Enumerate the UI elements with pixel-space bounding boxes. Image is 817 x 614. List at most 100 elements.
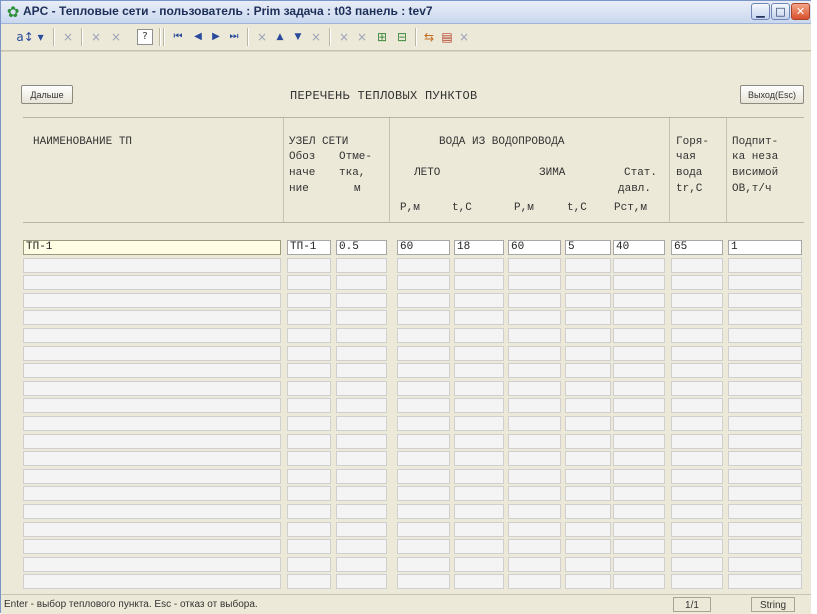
- empty-cell[interactable]: [728, 451, 802, 466]
- empty-cell[interactable]: [508, 398, 561, 413]
- cell-hot-water-temp[interactable]: 65: [671, 240, 723, 255]
- sort-dropdown[interactable]: a↕ ▾: [15, 28, 45, 46]
- empty-cell[interactable]: [336, 328, 387, 343]
- empty-cell[interactable]: [508, 293, 561, 308]
- delete-record-icon[interactable]: ×: [255, 28, 269, 46]
- empty-cell[interactable]: [565, 258, 611, 273]
- empty-cell[interactable]: [728, 381, 802, 396]
- empty-cell[interactable]: [23, 486, 281, 501]
- empty-cell[interactable]: [397, 258, 450, 273]
- empty-cell[interactable]: [336, 434, 387, 449]
- empty-cell[interactable]: [565, 539, 611, 554]
- empty-cell[interactable]: [454, 328, 504, 343]
- empty-cell[interactable]: [336, 416, 387, 431]
- cell-elevation[interactable]: 0.5: [336, 240, 387, 255]
- empty-cell[interactable]: [397, 416, 450, 431]
- empty-cell[interactable]: [23, 539, 281, 554]
- empty-cell[interactable]: [565, 451, 611, 466]
- empty-cell[interactable]: [671, 574, 723, 589]
- cell-makeup[interactable]: 1: [728, 240, 802, 255]
- empty-cell[interactable]: [397, 574, 450, 589]
- empty-cell[interactable]: [565, 275, 611, 290]
- empty-cell[interactable]: [397, 328, 450, 343]
- empty-cell[interactable]: [287, 258, 331, 273]
- empty-cell[interactable]: [671, 310, 723, 325]
- close-panel-icon[interactable]: ×: [457, 28, 471, 46]
- empty-cell[interactable]: [397, 434, 450, 449]
- empty-cell[interactable]: [613, 310, 665, 325]
- empty-cell[interactable]: [397, 469, 450, 484]
- empty-cell[interactable]: [613, 363, 665, 378]
- copy-icon[interactable]: ×: [109, 28, 123, 46]
- empty-cell[interactable]: [565, 398, 611, 413]
- empty-cell[interactable]: [397, 398, 450, 413]
- empty-cell[interactable]: [671, 451, 723, 466]
- delete-row-icon[interactable]: ⊟: [394, 28, 410, 46]
- empty-cell[interactable]: [613, 381, 665, 396]
- empty-cell[interactable]: [613, 557, 665, 572]
- empty-cell[interactable]: [23, 557, 281, 572]
- empty-cell[interactable]: [565, 293, 611, 308]
- empty-cell[interactable]: [565, 363, 611, 378]
- empty-cell[interactable]: [565, 504, 611, 519]
- empty-cell[interactable]: [565, 574, 611, 589]
- empty-cell[interactable]: [613, 486, 665, 501]
- maximize-button[interactable]: □: [771, 3, 790, 20]
- empty-cell[interactable]: [728, 328, 802, 343]
- empty-cell[interactable]: [728, 346, 802, 361]
- filter-icon[interactable]: ⇆: [422, 28, 436, 46]
- empty-cell[interactable]: [671, 539, 723, 554]
- empty-cell[interactable]: [728, 434, 802, 449]
- empty-cell[interactable]: [454, 557, 504, 572]
- empty-cell[interactable]: [454, 451, 504, 466]
- empty-cell[interactable]: [397, 310, 450, 325]
- move-up-icon[interactable]: ▲: [273, 28, 287, 46]
- remove-icon[interactable]: ×: [337, 28, 351, 46]
- empty-cell[interactable]: [287, 451, 331, 466]
- empty-cell[interactable]: [287, 398, 331, 413]
- empty-cell[interactable]: [508, 416, 561, 431]
- empty-cell[interactable]: [397, 275, 450, 290]
- empty-cell[interactable]: [287, 346, 331, 361]
- empty-cell[interactable]: [508, 346, 561, 361]
- empty-cell[interactable]: [728, 574, 802, 589]
- empty-cell[interactable]: [397, 363, 450, 378]
- empty-cell[interactable]: [23, 258, 281, 273]
- empty-cell[interactable]: [454, 416, 504, 431]
- empty-cell[interactable]: [613, 539, 665, 554]
- cell-static-pressure[interactable]: 40: [613, 240, 665, 255]
- empty-cell[interactable]: [397, 557, 450, 572]
- empty-cell[interactable]: [565, 522, 611, 537]
- empty-cell[interactable]: [613, 522, 665, 537]
- empty-cell[interactable]: [397, 539, 450, 554]
- empty-cell[interactable]: [613, 416, 665, 431]
- empty-cell[interactable]: [508, 381, 561, 396]
- empty-cell[interactable]: [508, 310, 561, 325]
- empty-cell[interactable]: [671, 363, 723, 378]
- help-icon[interactable]: ?: [137, 29, 153, 45]
- empty-cell[interactable]: [728, 258, 802, 273]
- empty-cell[interactable]: [287, 574, 331, 589]
- empty-cell[interactable]: [613, 328, 665, 343]
- empty-cell[interactable]: [287, 310, 331, 325]
- empty-cell[interactable]: [671, 346, 723, 361]
- empty-cell[interactable]: [565, 328, 611, 343]
- empty-cell[interactable]: [613, 574, 665, 589]
- empty-cell[interactable]: [454, 434, 504, 449]
- empty-cell[interactable]: [336, 486, 387, 501]
- empty-cell[interactable]: [23, 522, 281, 537]
- empty-cell[interactable]: [454, 258, 504, 273]
- empty-cell[interactable]: [508, 557, 561, 572]
- empty-cell[interactable]: [23, 574, 281, 589]
- previous-record-icon[interactable]: ◀: [191, 28, 205, 46]
- empty-cell[interactable]: [508, 504, 561, 519]
- empty-cell[interactable]: [613, 504, 665, 519]
- empty-cell[interactable]: [454, 346, 504, 361]
- empty-cell[interactable]: [565, 381, 611, 396]
- empty-cell[interactable]: [336, 557, 387, 572]
- empty-cell[interactable]: [287, 469, 331, 484]
- empty-cell[interactable]: [728, 539, 802, 554]
- empty-cell[interactable]: [454, 293, 504, 308]
- empty-cell[interactable]: [454, 398, 504, 413]
- empty-cell[interactable]: [728, 310, 802, 325]
